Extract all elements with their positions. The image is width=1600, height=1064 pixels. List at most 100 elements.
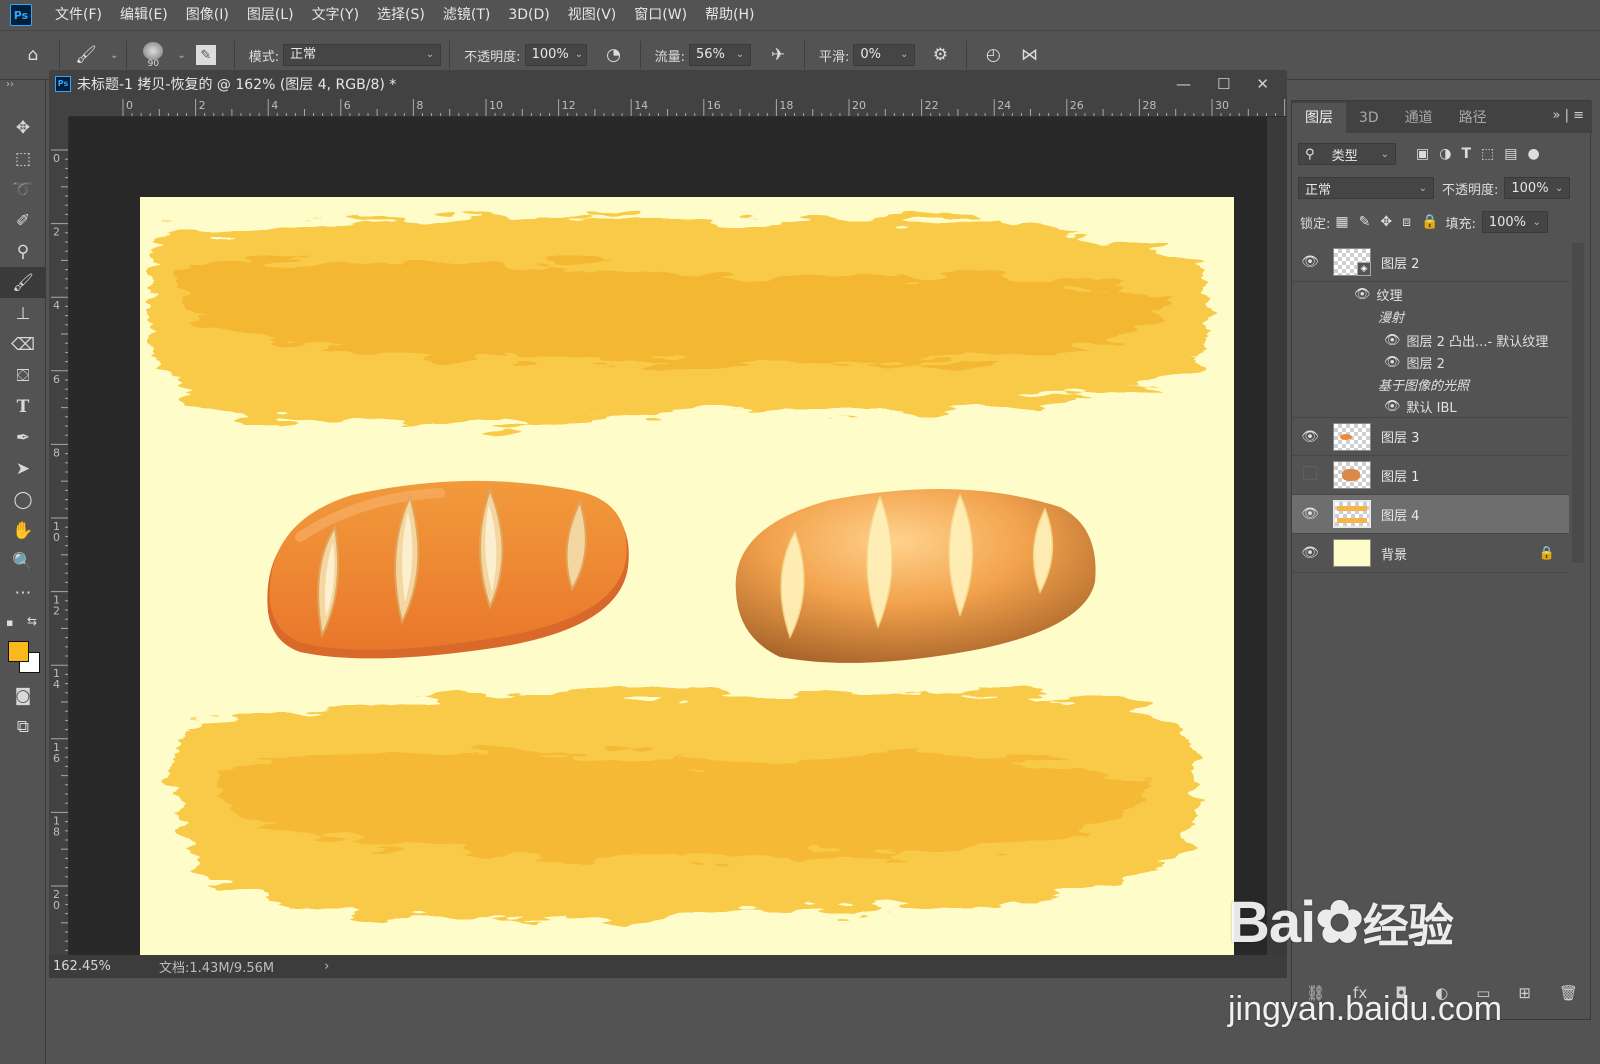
- layer-row-layer-2[interactable]: 👁 ◈ 图层 2: [1292, 243, 1569, 282]
- menu-image[interactable]: 图像(I): [177, 0, 238, 30]
- lock-icon[interactable]: 🔒: [1539, 546, 1555, 561]
- smoothing-input[interactable]: 0% ⌄: [853, 44, 916, 66]
- lock-image-icon[interactable]: ✎: [1359, 214, 1371, 230]
- screen-mode-icon[interactable]: ⧉: [0, 711, 46, 742]
- eye-icon[interactable]: 👁: [1354, 287, 1371, 302]
- flow-input[interactable]: 56% ⌄: [688, 44, 751, 66]
- airbrush-icon[interactable]: ✈: [763, 40, 793, 70]
- ellipse-tool-icon[interactable]: ◯: [0, 484, 46, 515]
- panel-menu-icon[interactable]: » | ≡: [1553, 108, 1585, 123]
- zoom-level[interactable]: 162.45%: [53, 959, 113, 974]
- menu-layer[interactable]: 图层(L): [238, 0, 303, 30]
- chevron-right-icon[interactable]: ›: [324, 959, 329, 974]
- sublayer-texture[interactable]: 👁 纹理: [1354, 285, 1403, 304]
- lock-position-icon[interactable]: ✥: [1380, 214, 1392, 230]
- blend-mode-select[interactable]: 正常 ⌄: [1298, 177, 1434, 199]
- lasso-tool-icon[interactable]: ➰: [0, 174, 46, 205]
- opacity-input[interactable]: 100% ⌄: [524, 44, 587, 66]
- brush-tool-icon[interactable]: 🖌: [0, 267, 46, 298]
- layer-row-layer-4[interactable]: 👁 图层 4: [1292, 495, 1569, 534]
- maximize-icon[interactable]: ☐: [1217, 75, 1230, 93]
- filter-type-icon[interactable]: T: [1461, 146, 1471, 162]
- eraser-tool-icon[interactable]: ⌫: [0, 329, 46, 360]
- document-size-info[interactable]: 文档:1.43M/9.56M: [159, 957, 274, 976]
- more-tools-icon[interactable]: ⋯: [0, 577, 46, 608]
- tab-3d[interactable]: 3D: [1346, 103, 1392, 133]
- foreground-color-swatch[interactable]: [8, 641, 29, 662]
- move-tool-icon[interactable]: ✥: [0, 112, 46, 143]
- lock-all-icon[interactable]: 🔒: [1421, 214, 1438, 230]
- chevron-down-icon[interactable]: ⌄: [177, 50, 185, 61]
- menu-window[interactable]: 窗口(W): [625, 0, 696, 30]
- eye-icon[interactable]: 👁: [1384, 333, 1401, 348]
- brush-size-picker[interactable]: 90: [139, 41, 167, 69]
- ruler-corner[interactable]: [49, 97, 69, 117]
- filter-toggle-icon[interactable]: ●: [1527, 146, 1539, 162]
- layers-scrollbar[interactable]: [1572, 243, 1584, 563]
- mode-select[interactable]: 正常 ⌄: [283, 44, 442, 66]
- document-tab[interactable]: Ps 未标题-1 拷贝-恢复的 @ 162% (图层 4, RGB/8) * —…: [49, 70, 1287, 97]
- gear-icon[interactable]: ⚙: [925, 40, 955, 70]
- pressure-size-icon[interactable]: ◴: [978, 40, 1008, 70]
- layer-opacity-input[interactable]: 100% ⌄: [1504, 177, 1571, 199]
- layer-filter-select[interactable]: ⚲ 类型 ⌄: [1298, 143, 1396, 165]
- eye-icon[interactable]: 👁: [1292, 506, 1328, 522]
- minimize-icon[interactable]: —: [1176, 75, 1191, 93]
- quick-mask-icon[interactable]: ◙: [0, 680, 46, 711]
- menu-file[interactable]: 文件(F): [46, 0, 111, 30]
- visibility-hidden-box[interactable]: [1292, 466, 1328, 484]
- lock-artboard-icon[interactable]: ⧈: [1402, 214, 1411, 230]
- default-colors-icon[interactable]: ▪: [6, 616, 13, 629]
- eye-icon[interactable]: 👁: [1384, 399, 1401, 414]
- new-layer-icon[interactable]: ⊞: [1518, 984, 1531, 1002]
- filter-shape-icon[interactable]: ⬚: [1481, 146, 1494, 162]
- type-tool-icon[interactable]: T: [0, 391, 46, 422]
- menu-select[interactable]: 选择(S): [368, 0, 434, 30]
- pen-tool-icon[interactable]: ✒: [0, 422, 46, 453]
- artboard-canvas[interactable]: [140, 197, 1234, 971]
- menu-view[interactable]: 视图(V): [559, 0, 626, 30]
- brush-tool-preset-icon[interactable]: 🖌: [71, 40, 101, 70]
- layer-row-layer-1[interactable]: 图层 1: [1292, 456, 1569, 495]
- marquee-tool-icon[interactable]: ⬚: [0, 143, 46, 174]
- zoom-tool-icon[interactable]: 🔍: [0, 546, 46, 577]
- quick-select-tool-icon[interactable]: ✐: [0, 205, 46, 236]
- eye-icon[interactable]: 👁: [1292, 429, 1328, 445]
- chevron-down-icon[interactable]: ⌄: [110, 50, 118, 61]
- layer-row-layer-3[interactable]: 👁 图层 3: [1292, 417, 1569, 456]
- filter-pixel-icon[interactable]: ▣: [1416, 146, 1429, 162]
- swap-colors-icon[interactable]: ⇆: [27, 614, 37, 628]
- lock-transparent-icon[interactable]: ▦: [1335, 214, 1348, 230]
- pressure-opacity-icon[interactable]: ◔: [599, 40, 629, 70]
- menu-help[interactable]: 帮助(H): [696, 0, 763, 30]
- paint-bucket-tool-icon[interactable]: ⛋: [0, 360, 46, 391]
- tab-paths[interactable]: 路径: [1446, 103, 1500, 133]
- menu-3d[interactable]: 3D(D): [499, 0, 558, 30]
- brush-settings-panel-icon[interactable]: ✎: [195, 45, 216, 65]
- vertical-ruler[interactable]: 02468101214161820: [49, 117, 69, 955]
- sublayer-diffuse-item-2[interactable]: 👁 图层 2: [1384, 353, 1445, 372]
- horizontal-ruler[interactable]: 0 2 4 6 8 10 12 14 16 18 20 22 24 26 28 30: [69, 97, 1287, 117]
- tab-layers[interactable]: 图层: [1292, 103, 1346, 133]
- expand-toolbar-icon[interactable]: ››: [0, 80, 45, 94]
- sublayer-diffuse-item-1[interactable]: 👁 图层 2 凸出...- 默认纹理: [1384, 331, 1548, 350]
- delete-layer-icon[interactable]: 🗑: [1559, 984, 1578, 1002]
- eye-icon[interactable]: 👁: [1292, 254, 1328, 270]
- menu-type[interactable]: 文字(Y): [303, 0, 368, 30]
- canvas-area[interactable]: [69, 117, 1267, 971]
- hand-tool-icon[interactable]: ✋: [0, 515, 46, 546]
- sublayer-ibl-item[interactable]: 👁 默认 IBL: [1384, 397, 1457, 416]
- vertical-scrollbar[interactable]: [1267, 117, 1287, 955]
- fill-input[interactable]: 100% ⌄: [1481, 211, 1548, 233]
- home-icon[interactable]: ⌂: [18, 40, 48, 70]
- path-select-tool-icon[interactable]: ➤: [0, 453, 46, 484]
- layer-row-background[interactable]: 👁 背景 🔒: [1292, 534, 1569, 573]
- eye-icon[interactable]: 👁: [1384, 355, 1401, 370]
- menu-filter[interactable]: 滤镜(T): [434, 0, 499, 30]
- menu-edit[interactable]: 编辑(E): [111, 0, 177, 30]
- eyedropper-tool-icon[interactable]: ⚲: [0, 236, 46, 267]
- eye-icon[interactable]: 👁: [1292, 545, 1328, 561]
- filter-smart-object-icon[interactable]: ▤: [1504, 146, 1517, 162]
- symmetry-butterfly-icon[interactable]: ⋈: [1014, 40, 1044, 70]
- close-icon[interactable]: ✕: [1256, 75, 1269, 93]
